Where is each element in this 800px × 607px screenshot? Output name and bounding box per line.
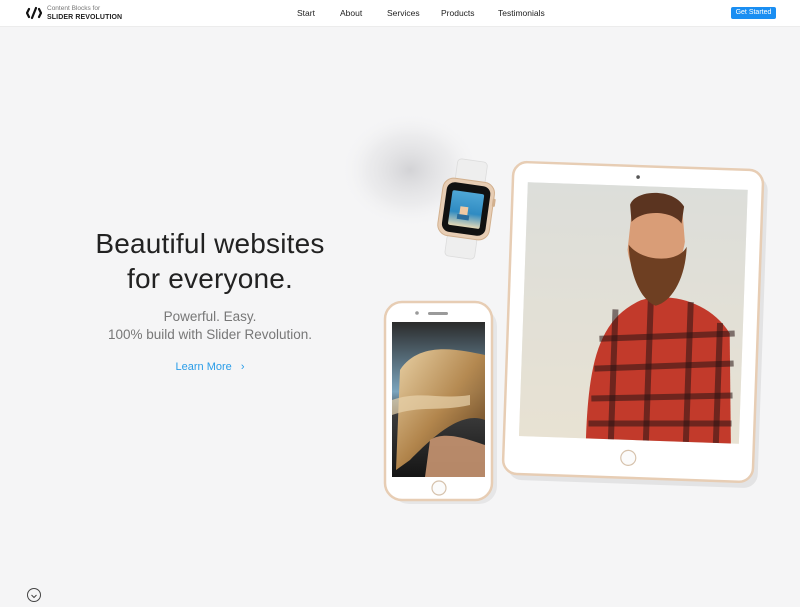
tablet bbox=[501, 160, 768, 488]
tablet-portrait bbox=[518, 182, 748, 444]
learn-more-label: Learn More bbox=[175, 361, 232, 373]
hero-subtitle-line2: 100% build with Slider Revolution. bbox=[107, 327, 313, 342]
tablet-home-button bbox=[620, 449, 637, 466]
hero-title-line2: for everyone. bbox=[126, 263, 294, 294]
device-illustration bbox=[340, 112, 768, 504]
smartphone bbox=[383, 300, 497, 504]
phone-speaker bbox=[428, 312, 448, 315]
phone-home-button bbox=[431, 480, 447, 496]
chevron-down-icon bbox=[31, 594, 37, 599]
hero-title: Beautiful websites for everyone. bbox=[60, 226, 360, 296]
hero-title-line1: Beautiful websites bbox=[95, 228, 325, 259]
hero-subtitle-line1: Powerful. Easy. bbox=[163, 309, 257, 324]
chevron-right-icon: › bbox=[240, 361, 245, 373]
learn-more-link[interactable]: Learn More › bbox=[150, 361, 270, 373]
hero-subtitle: Powerful. Easy. 100% build with Slider R… bbox=[60, 308, 360, 344]
